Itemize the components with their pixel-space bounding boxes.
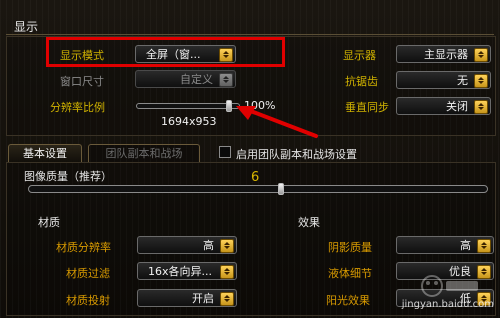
resolution-text: 1694x953 (161, 115, 217, 128)
raid-settings-checkbox[interactable] (219, 146, 231, 158)
raid-settings-checkbox-label: 启用团队副本和战场设置 (236, 148, 357, 161)
window-size-label: 窗口尺寸 (60, 75, 104, 88)
anti-aliasing-value: 无 (457, 74, 468, 87)
dropdown-arrow-icon (474, 100, 488, 114)
red-arrow-icon (236, 106, 318, 138)
watermark-text: jingyan.baidu.com (401, 299, 494, 310)
dropdown-arrow-icon (219, 73, 233, 87)
texture-filter-value: 16x各向异... (148, 265, 212, 278)
highlight-box (46, 37, 285, 67)
dropdown-arrow-icon (474, 74, 488, 88)
graphics-quality-value: 6 (251, 170, 260, 185)
effects-section-title: 效果 (298, 216, 320, 229)
monitor-dropdown[interactable]: 主显示器 (396, 45, 491, 63)
liquid-detail-label: 液体细节 (328, 267, 372, 280)
monitor-label: 显示器 (343, 49, 376, 62)
dropdown-arrow-icon (220, 239, 234, 253)
projected-textures-dropdown[interactable]: 开启 (137, 289, 237, 307)
resolution-scale-slider-track[interactable] (136, 103, 240, 109)
window-size-dropdown[interactable]: 自定义 (135, 70, 236, 88)
texture-section-title: 材质 (38, 216, 60, 229)
texture-resolution-dropdown[interactable]: 高 (137, 236, 237, 254)
texture-resolution-label: 材质分辨率 (56, 241, 111, 254)
sunshafts-label: 阳光效果 (326, 294, 370, 307)
shadow-quality-label: 阴影质量 (328, 241, 372, 254)
vsync-value: 关闭 (446, 100, 468, 113)
display-section-divider (6, 34, 494, 35)
display-section-title: 显示 (14, 20, 39, 34)
graphics-quality-label: 图像质量（推荐） (24, 170, 112, 183)
graphics-quality-slider-track[interactable] (28, 185, 488, 193)
tab-basic-settings[interactable]: 基本设置 (8, 144, 82, 162)
vsync-dropdown[interactable]: 关闭 (396, 97, 491, 115)
dropdown-arrow-icon (220, 265, 234, 279)
texture-resolution-value: 高 (203, 239, 214, 252)
monitor-value: 主显示器 (424, 48, 468, 61)
graphics-quality-slider-thumb[interactable] (278, 183, 284, 195)
texture-filter-dropdown[interactable]: 16x各向异... (137, 262, 237, 280)
shadow-quality-value: 高 (460, 239, 471, 252)
anti-aliasing-label: 抗锯齿 (345, 75, 378, 88)
shadow-quality-dropdown[interactable]: 高 (396, 236, 494, 254)
baidu-jingyan-logo (418, 272, 482, 300)
tab-raid-and-battleground[interactable]: 团队副本和战场 (88, 144, 200, 162)
dropdown-arrow-icon (474, 48, 488, 62)
projected-textures-label: 材质投射 (66, 294, 110, 307)
anti-aliasing-dropdown[interactable]: 无 (396, 71, 491, 89)
window-size-value: 自定义 (180, 73, 213, 86)
vsync-label: 垂直同步 (345, 101, 389, 114)
texture-filter-label: 材质过滤 (66, 267, 110, 280)
projected-textures-value: 开启 (192, 292, 214, 305)
dropdown-arrow-icon (477, 239, 491, 253)
resolution-scale-label: 分辨率比例 (50, 101, 105, 114)
dropdown-arrow-icon (220, 292, 234, 306)
